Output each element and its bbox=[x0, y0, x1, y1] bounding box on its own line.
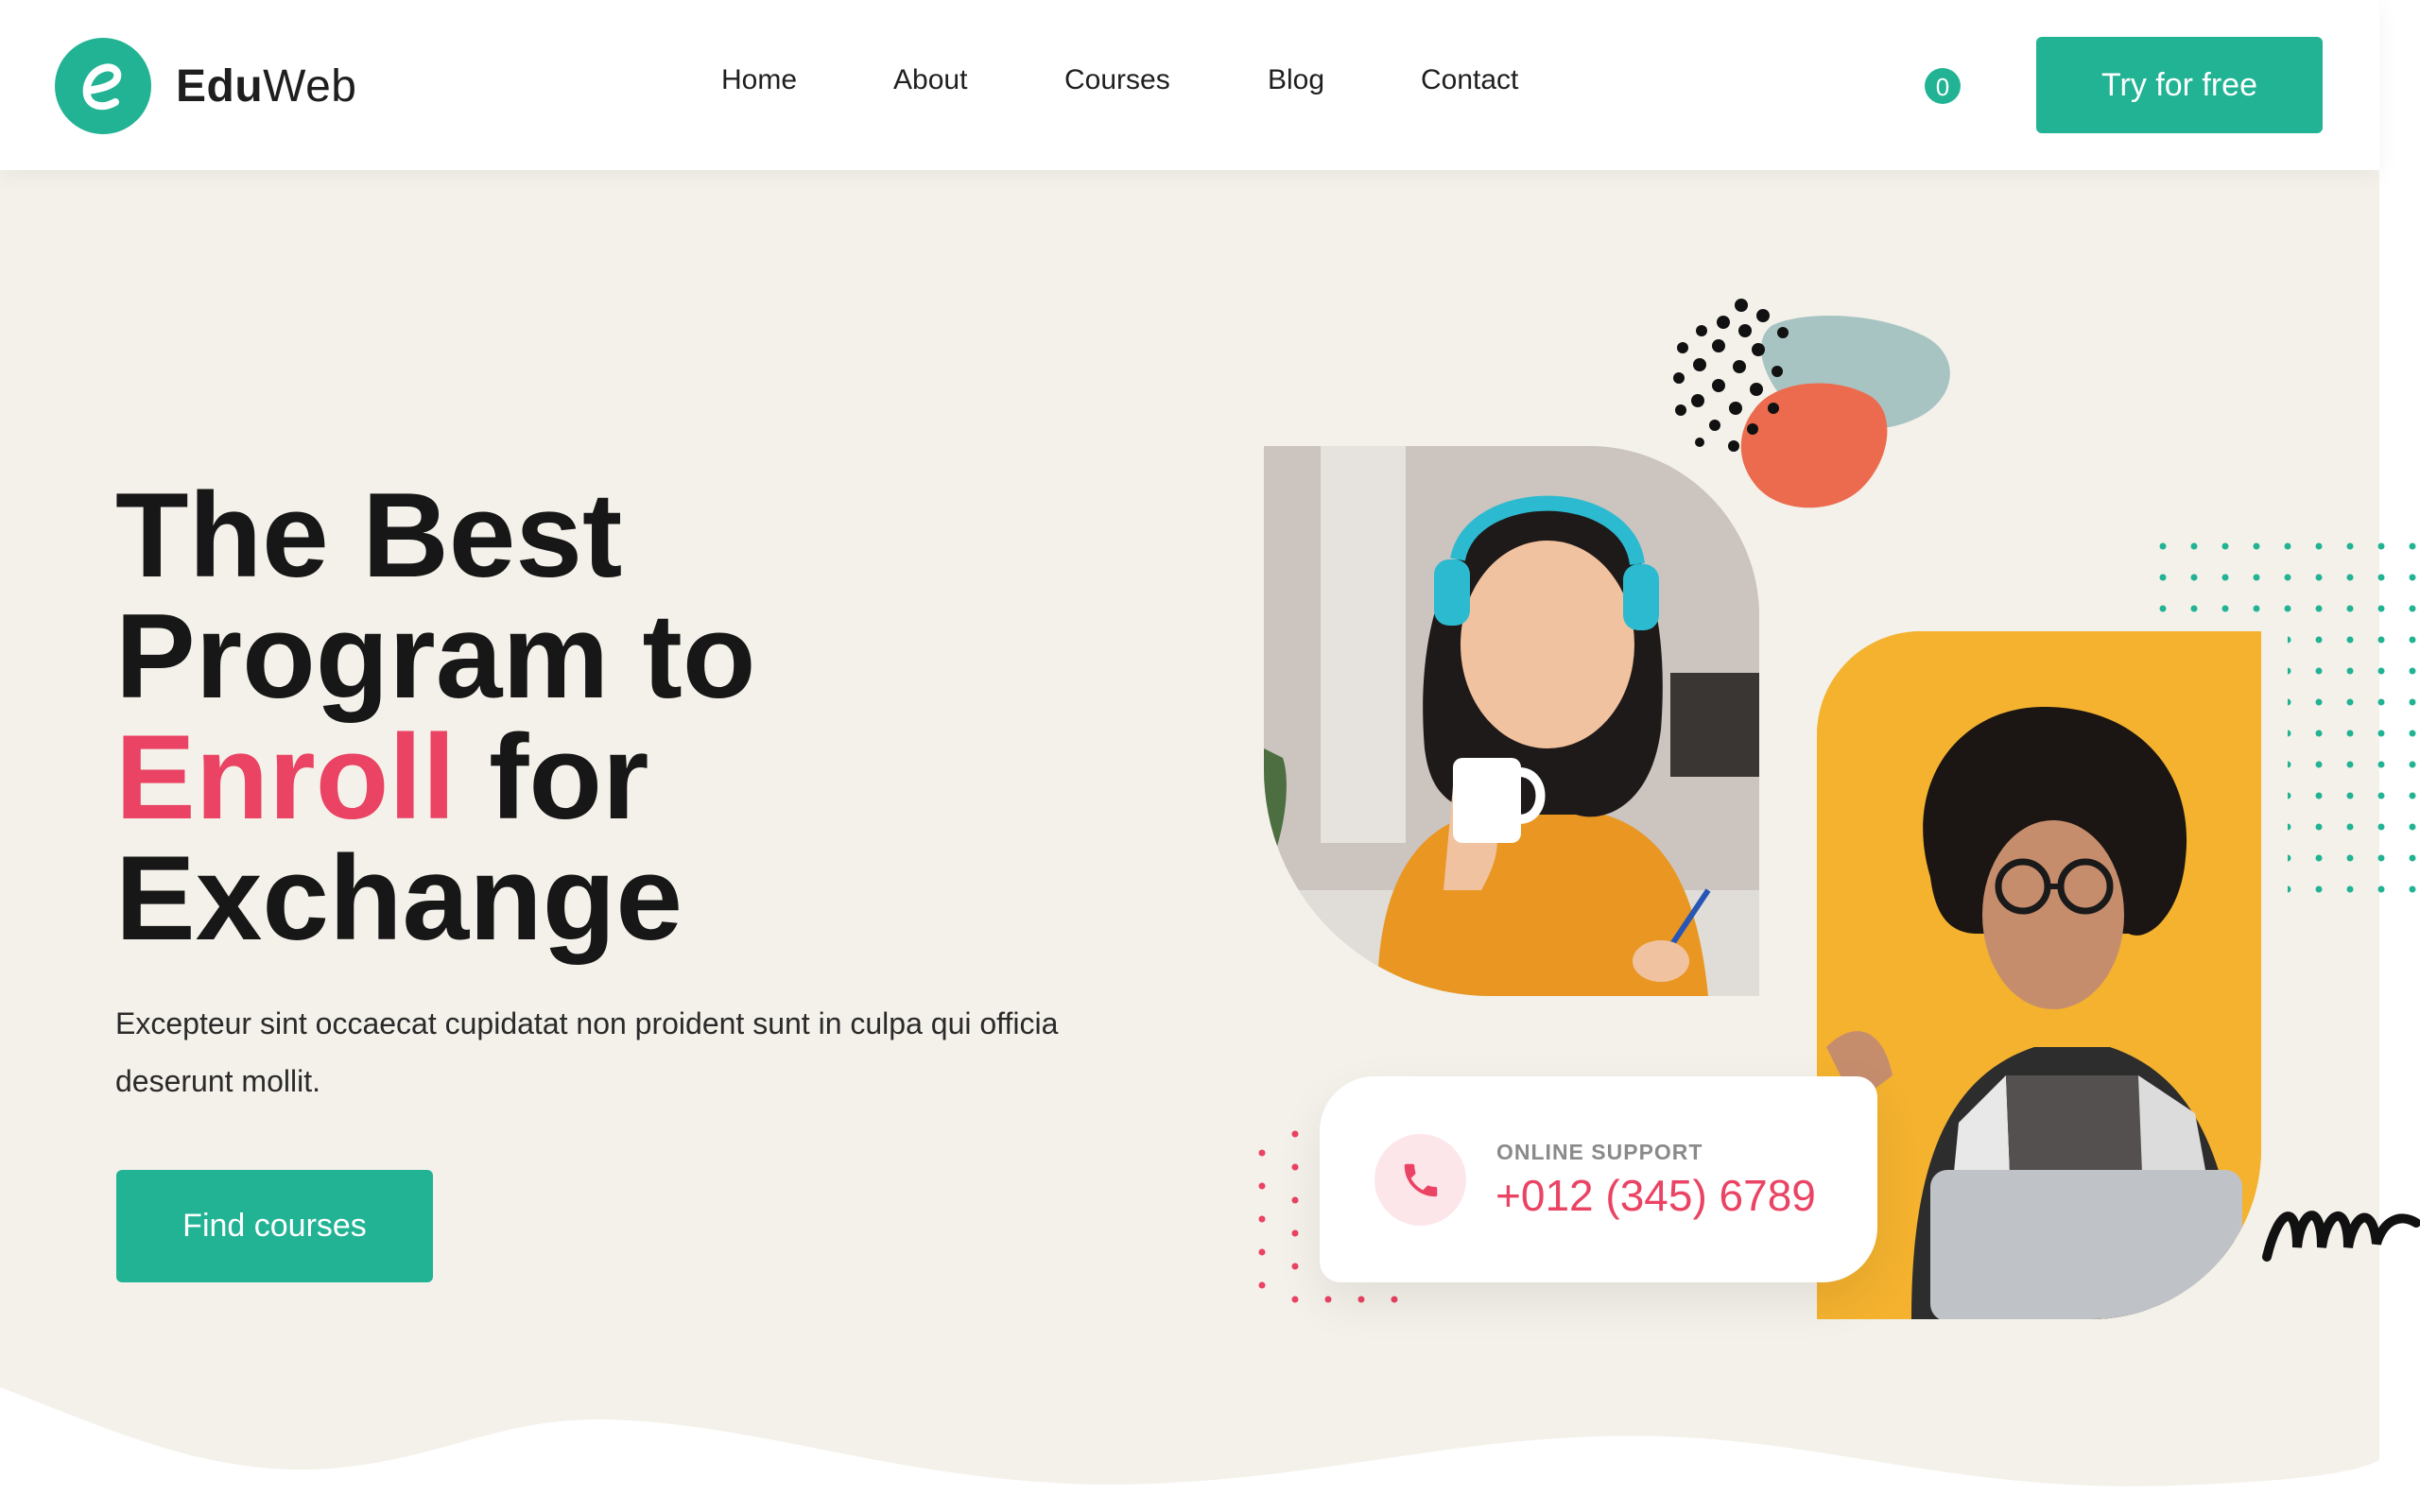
brand-name-bold: Edu bbox=[176, 60, 264, 112]
site-header: EduWeb Home About Courses Blog Contact 0… bbox=[0, 0, 2379, 170]
student-woman-photo bbox=[1264, 446, 1759, 996]
headline-accent: Enroll bbox=[115, 710, 456, 844]
brand-name: EduWeb bbox=[176, 60, 356, 112]
headline-line-1: The Best bbox=[115, 468, 623, 602]
squiggle-decoration bbox=[2262, 1211, 2420, 1262]
nav-contact[interactable]: Contact bbox=[1421, 64, 1518, 96]
hero-headline: The Best Program to Enroll for Exchange bbox=[115, 474, 1155, 958]
headline-line-4: Exchange bbox=[115, 831, 683, 965]
phone-icon[interactable] bbox=[1374, 1134, 1466, 1226]
hero-description: Excepteur sint occaecat cupidatat non pr… bbox=[115, 1006, 1059, 1098]
cart-count-badge[interactable]: 0 bbox=[1925, 68, 1961, 104]
brand-name-light: Web bbox=[263, 60, 357, 112]
find-courses-button[interactable]: Find courses bbox=[116, 1170, 433, 1282]
nav-courses[interactable]: Courses bbox=[1064, 64, 1170, 96]
headline-line-3-rest: for bbox=[455, 710, 649, 844]
logo-e-icon bbox=[55, 38, 151, 134]
support-phone-number[interactable]: +012 (345) 6789 bbox=[1495, 1170, 1816, 1221]
nav-home[interactable]: Home bbox=[721, 64, 797, 96]
student-man-photo bbox=[1817, 631, 2261, 1319]
online-support-card: ONLINE SUPPORT +012 (345) 6789 bbox=[1320, 1076, 1877, 1282]
try-for-free-button[interactable]: Try for free bbox=[2036, 37, 2323, 133]
nav-blog[interactable]: Blog bbox=[1268, 64, 1324, 96]
support-label: ONLINE SUPPORT bbox=[1496, 1140, 1703, 1164]
headline-line-2: Program to bbox=[115, 589, 756, 723]
brand-logo[interactable]: EduWeb bbox=[55, 37, 356, 135]
bottom-wave-decoration bbox=[0, 1387, 2379, 1512]
nav-about[interactable]: About bbox=[893, 64, 967, 96]
